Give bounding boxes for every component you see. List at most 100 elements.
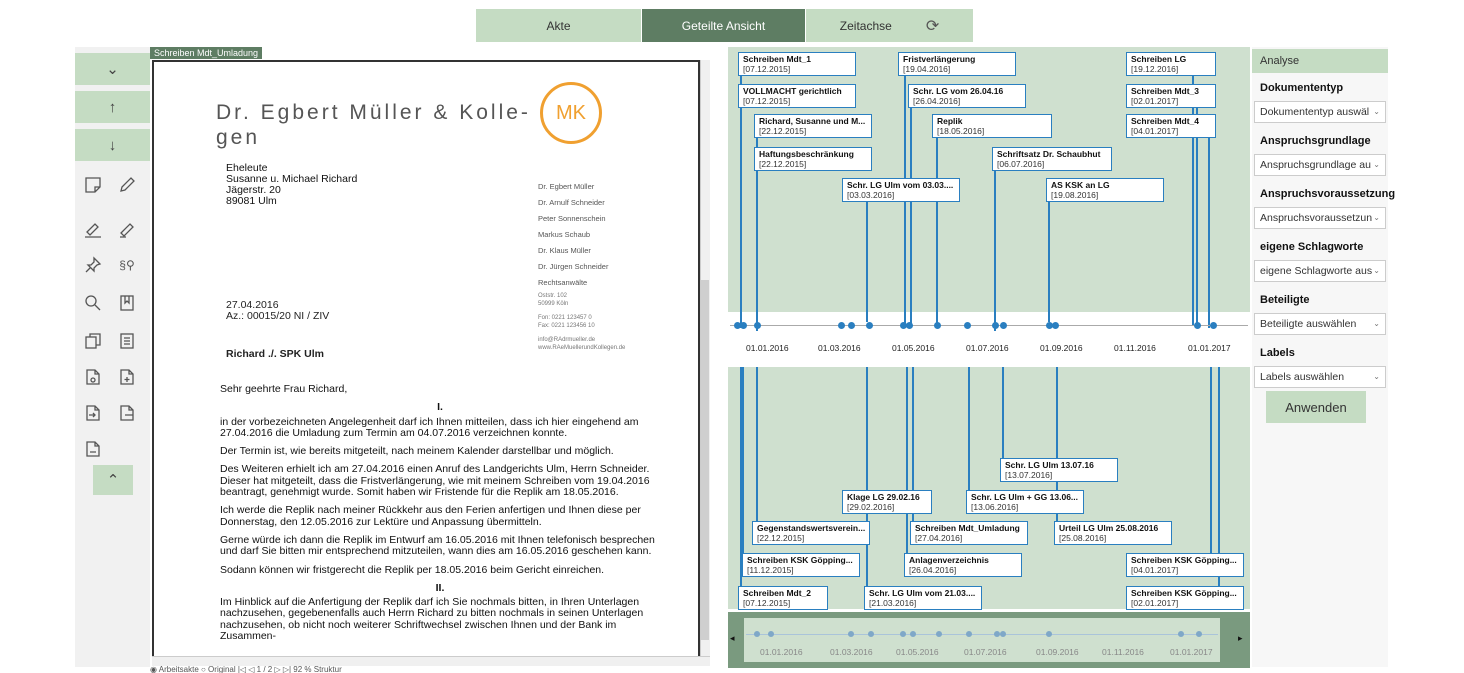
event-title: Schr. LG Ulm 13.07.16 [1005, 460, 1094, 470]
timeline-event[interactable]: Schreiben Mdt_1 [07.12.2015] [738, 52, 856, 76]
navigator-tick-label: 01.01.2016 [760, 647, 803, 657]
event-title: Replik [937, 116, 963, 126]
event-date: [11.12.2015] [747, 565, 794, 575]
letter-subject: Richard ./. SPK Ulm [226, 348, 325, 360]
collapse-button[interactable]: ⌄ [75, 53, 150, 85]
timeline-marker[interactable] [838, 322, 845, 329]
sync-icon[interactable]: ⟳ [926, 16, 939, 36]
bookmark-icon[interactable] [115, 291, 139, 315]
copy-icon[interactable] [81, 329, 105, 353]
filter-select[interactable]: eigene Schlagworte aus ⌄ [1254, 260, 1386, 282]
timeline-event[interactable]: Schr. LG Ulm vom 03.03.... [03.03.2016] [842, 178, 960, 202]
filter-label: Dokumententyp [1260, 82, 1344, 94]
event-date: [19.12.2016] [1131, 64, 1179, 74]
firm-logo: MK [540, 82, 602, 144]
timeline-marker[interactable] [906, 322, 913, 329]
contact-line: Fon: 0221 123457 0 [538, 315, 592, 321]
highlighter-icon[interactable] [81, 217, 105, 241]
timeline-event[interactable]: Richard, Susanne und M... [22.12.2015] [754, 114, 872, 138]
timeline-event[interactable]: Schr. LG Ulm + GG 13.06... [13.06.2016] [966, 490, 1084, 514]
navigator-right-arrow[interactable]: ▸ [1238, 633, 1243, 644]
move-up-button[interactable]: ↑ [75, 91, 150, 123]
event-date: [22.12.2015] [759, 159, 807, 169]
timeline-event[interactable]: Schreiben KSK Göpping... [02.01.2017] [1126, 586, 1244, 610]
navigator-left-arrow[interactable]: ◂ [730, 633, 735, 644]
timeline-marker[interactable] [964, 322, 971, 329]
timeline-marker[interactable] [1210, 322, 1217, 329]
timeline-event[interactable]: Schreiben Mdt_4 [04.01.2017] [1126, 114, 1216, 138]
expand-button[interactable]: ⌃ [93, 465, 133, 495]
timeline-event[interactable]: Schreiben LG [19.12.2016] [1126, 52, 1216, 76]
tab-geteilte-ansicht[interactable]: Geteilte Ansicht [642, 9, 806, 42]
timeline-event[interactable]: Schreiben KSK Göpping... [11.12.2015] [742, 553, 860, 577]
event-title: Richard, Susanne und M... [759, 116, 866, 126]
timeline-event[interactable]: Gegenstandswertsverein... [22.12.2015] [752, 521, 870, 545]
event-title: Urteil LG Ulm 25.08.2016 [1059, 523, 1159, 533]
timeline-marker[interactable] [992, 322, 999, 329]
scrollbar-thumb[interactable] [701, 280, 709, 640]
timeline-event[interactable]: Schr. LG Ulm vom 21.03.... [21.03.2016] [864, 586, 982, 610]
event-title: Schreiben Mdt_3 [1131, 86, 1200, 96]
filter-select[interactable]: Labels auswählen ⌄ [1254, 366, 1386, 388]
timeline-event[interactable]: Haftungsbeschränkung [22.12.2015] [754, 147, 872, 171]
timeline-marker[interactable] [848, 322, 855, 329]
recipient-address: Eheleute Susanne u. Michael Richard Jäge… [226, 163, 357, 207]
filter-select[interactable]: Dokumententyp auswäl ⌄ [1254, 101, 1386, 123]
filter-select[interactable]: Anspruchsvoraussetzun ⌄ [1254, 207, 1386, 229]
letter-date-block: 27.04.2016 Az.: 00015/20 NI / ZIV [226, 300, 329, 322]
axis-tick-label: 01.03.2016 [818, 343, 861, 353]
timeline-marker[interactable] [740, 322, 747, 329]
timeline-marker[interactable] [866, 322, 873, 329]
pencil-icon[interactable] [115, 173, 139, 197]
filter-label: Anspruchsvoraussetzung [1260, 188, 1396, 200]
timeline-marker[interactable] [1194, 322, 1201, 329]
timeline-event[interactable]: Schr. LG vom 26.04.16 [26.04.2016] [908, 84, 1026, 108]
timeline-event[interactable]: Schreiben Mdt_Umladung [27.04.2016] [910, 521, 1028, 545]
event-date: [02.01.2017] [1131, 96, 1179, 106]
timeline-event[interactable]: Schreiben Mdt_3 [02.01.2017] [1126, 84, 1216, 108]
timeline-event[interactable]: Urteil LG Ulm 25.08.2016 [25.08.2016] [1054, 521, 1172, 545]
pane-splitter[interactable] [711, 47, 727, 673]
search-icon[interactable] [81, 291, 105, 315]
timeline-connector [968, 367, 970, 490]
navigator-marker [910, 631, 916, 637]
document-link-icon[interactable] [81, 365, 105, 389]
apply-button[interactable]: Anwenden [1266, 391, 1366, 423]
lawyer-name: Dr. Klaus Müller [538, 246, 591, 255]
event-date: [04.01.2017] [1131, 126, 1179, 136]
filter-select[interactable]: Anspruchsgrundlage au ⌄ [1254, 154, 1386, 176]
timeline-event[interactable]: Replik [18.05.2016] [932, 114, 1052, 138]
document-tab[interactable]: Schreiben Mdt_Umladung [150, 47, 263, 59]
timeline-event[interactable]: Fristverlängerung [19.04.2016] [898, 52, 1016, 76]
document-import-icon[interactable] [81, 401, 105, 425]
timeline-event[interactable]: VOLLMACHT gerichtlich [07.12.2015] [738, 84, 856, 108]
filter-select[interactable]: Beteiligte auswählen ⌄ [1254, 313, 1386, 335]
tab-akte[interactable]: Akte [476, 9, 642, 42]
move-down-button[interactable]: ↓ [75, 129, 150, 161]
timeline-event[interactable]: Schr. LG Ulm 13.07.16 [13.07.2016] [1000, 458, 1118, 482]
timeline-marker[interactable] [1052, 322, 1059, 329]
timeline-connector [1196, 108, 1198, 328]
event-title: Schr. LG vom 26.04.16 [913, 86, 1004, 96]
document-export-icon[interactable] [115, 401, 139, 425]
timeline-event[interactable]: Schreiben Mdt_2 [07.12.2015] [738, 586, 828, 610]
timeline-event[interactable]: Klage LG 29.02.16 [29.02.2016] [842, 490, 932, 514]
timeline-marker[interactable] [754, 322, 761, 329]
timeline-event[interactable]: Schreiben KSK Göpping... [04.01.2017] [1126, 553, 1244, 577]
timeline-event[interactable]: AS KSK an LG [19.08.2016] [1046, 178, 1164, 202]
timeline-marker[interactable] [1000, 322, 1007, 329]
paragraph-search-icon[interactable]: §⚲ [115, 253, 139, 277]
tab-zeitachse[interactable]: Zeitachse ⟳ [806, 9, 974, 42]
timeline-marker[interactable] [934, 322, 941, 329]
marker-icon[interactable] [115, 217, 139, 241]
timeline-event[interactable]: Anlagenverzeichnis [26.04.2016] [904, 553, 1022, 577]
document-forward-icon[interactable] [81, 437, 105, 461]
timeline-event[interactable]: Schriftsatz Dr. Schaubhut [06.07.2016] [992, 147, 1112, 171]
event-date: [18.05.2016] [937, 126, 985, 136]
pin-icon[interactable] [81, 253, 105, 277]
document-add-icon[interactable] [115, 365, 139, 389]
note-icon[interactable] [81, 173, 105, 197]
event-title: Schr. LG Ulm + GG 13.06... [971, 492, 1079, 502]
structure-icon[interactable] [115, 329, 139, 353]
document-horizontal-scrollbar[interactable] [152, 656, 710, 666]
